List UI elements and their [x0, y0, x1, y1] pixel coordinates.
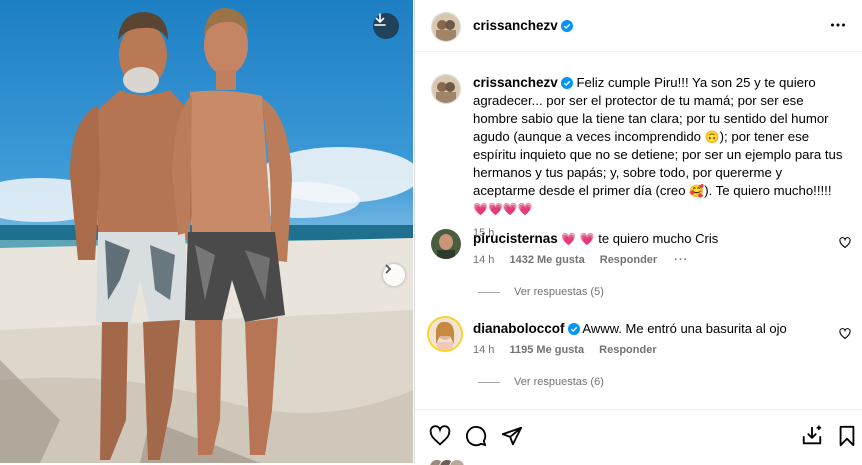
caption-username[interactable]: crissanchezv	[473, 75, 558, 90]
caption-author-avatar[interactable]	[431, 74, 461, 104]
post-details-panel: crissanchezv crissanchezv Feliz cumple P…	[414, 0, 862, 465]
comment-button[interactable]	[465, 425, 487, 452]
post-modal: crissanchezv crissanchezv Feliz cumple P…	[0, 0, 862, 465]
replies-divider	[478, 292, 500, 293]
comment-avatar-pirucisternas[interactable]	[431, 229, 461, 259]
hearts-emoji: 💗💗💗💗	[473, 202, 533, 216]
comment-meta: 14 h 1432 Me gusta Responder ···	[473, 254, 688, 266]
avatar-image	[432, 75, 460, 103]
post-actions-bar	[415, 409, 862, 465]
more-horizontal-icon	[831, 23, 845, 27]
comment-meta: 14 h 1195 Me gusta Responder	[473, 344, 657, 356]
replies-divider	[478, 382, 500, 383]
heart-outline-icon	[839, 328, 851, 340]
view-replies-button[interactable]: Ver respuestas (6)	[514, 376, 604, 388]
like-button[interactable]	[429, 425, 451, 452]
chevron-right-icon	[385, 264, 392, 274]
save-to-collection-button[interactable]	[801, 425, 823, 452]
next-photo-button[interactable]	[383, 264, 405, 286]
view-replies-button[interactable]: Ver respuestas (5)	[514, 286, 604, 298]
heart-outline-icon	[839, 237, 851, 249]
comment-bubble-icon	[466, 426, 487, 447]
avatar-image	[429, 318, 461, 350]
comment-username[interactable]: dianaboloccof	[473, 321, 565, 336]
post-photo[interactable]	[0, 0, 413, 463]
download-tray-icon	[802, 425, 822, 445]
comment-avatar-dianaboloccof[interactable]	[429, 318, 461, 350]
comment-username[interactable]: pirucisternas	[473, 231, 558, 246]
reply-button[interactable]: Responder	[599, 344, 656, 356]
author-avatar[interactable]	[431, 12, 461, 42]
bookmark-icon	[839, 425, 855, 447]
reply-button[interactable]: Responder	[600, 254, 657, 266]
post-header: crissanchezv	[415, 0, 862, 52]
more-options-button[interactable]	[830, 17, 846, 38]
download-button[interactable]	[373, 13, 399, 39]
like-comment-button[interactable]	[839, 327, 851, 345]
paper-plane-icon	[501, 426, 523, 446]
avatar-image	[431, 229, 461, 259]
post-caption: crissanchezv Feliz cumple Piru!!! Ya son…	[473, 74, 848, 242]
comment-time[interactable]: 14 h	[473, 254, 494, 266]
hearts-emoji: 💗 💗	[561, 232, 595, 246]
comment-1: pirucisternas 💗 💗 te quiero mucho Cris	[473, 231, 718, 246]
comment-likes[interactable]: 1432 Me gusta	[509, 254, 584, 266]
verified-badge-icon	[560, 77, 573, 89]
avatar-image	[432, 13, 460, 41]
like-comment-button[interactable]	[839, 236, 851, 254]
liked-by-avatars[interactable]	[429, 459, 473, 465]
caption-text-3: ). Te quiero mucho!!!!!	[704, 183, 832, 198]
upside-down-face-emoji: 🙃	[704, 130, 720, 144]
bookmark-button[interactable]	[837, 425, 857, 452]
download-icon	[374, 13, 386, 26]
comment-more-button[interactable]: ···	[674, 254, 688, 266]
share-button[interactable]	[501, 425, 523, 452]
beach-photo-illustration	[0, 8, 413, 463]
comment-2: dianaboloccof Awww. Me entró una basurit…	[473, 321, 787, 336]
heart-outline-icon	[429, 425, 451, 446]
comment-time[interactable]: 14 h	[473, 344, 494, 356]
author-username[interactable]: crissanchezv	[473, 18, 558, 33]
smiling-hearts-emoji: 🥰	[689, 184, 705, 198]
comment-text: te quiero mucho Cris	[598, 231, 719, 246]
verified-badge-icon	[560, 20, 573, 32]
comment-likes[interactable]: 1195 Me gusta	[509, 344, 584, 356]
verified-badge-icon	[567, 323, 580, 335]
comment-text: Awww. Me entró una basurita al ojo	[582, 321, 787, 336]
